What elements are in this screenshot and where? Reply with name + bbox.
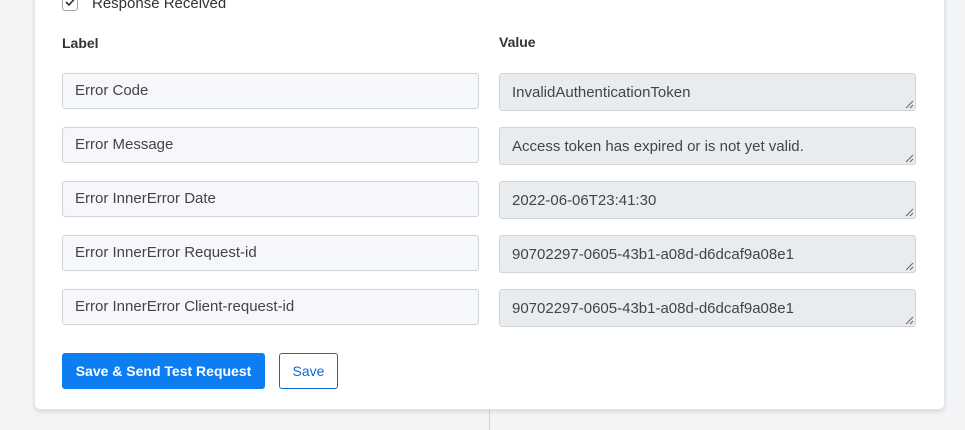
save-and-send-test-request-button[interactable]: Save & Send Test Request (62, 353, 265, 389)
value-field-text: 90702297-0605-43b1-a08d-d6dcaf9a08e1 (512, 299, 794, 317)
resize-handle-icon[interactable] (905, 208, 914, 217)
label-field-text: Error InnerError Date (75, 190, 216, 207)
resize-handle-icon[interactable] (905, 316, 914, 325)
value-field-innererror-client-request-id[interactable]: 90702297-0605-43b1-a08d-d6dcaf9a08e1 (499, 289, 916, 327)
value-field-error-message[interactable]: Access token has expired or is not yet v… (499, 127, 916, 165)
value-field-text: InvalidAuthenticationToken (512, 83, 691, 101)
label-field-text: Error InnerError Client-request-id (75, 298, 295, 315)
label-field-innererror-date[interactable]: Error InnerError Date (62, 181, 479, 217)
response-card: Response Received Label Value Error Code… (34, 0, 945, 410)
value-column-header: Value (499, 34, 536, 50)
label-field-text: Error Message (75, 136, 174, 153)
label-field-text: Error InnerError Request-id (75, 244, 257, 261)
label-field-innererror-client-request-id[interactable]: Error InnerError Client-request-id (62, 289, 479, 325)
value-field-innererror-date[interactable]: 2022-06-06T23:41:30 (499, 181, 916, 219)
resize-handle-icon[interactable] (905, 100, 914, 109)
value-field-innererror-request-id[interactable]: 90702297-0605-43b1-a08d-d6dcaf9a08e1 (499, 235, 916, 273)
value-field-text: 90702297-0605-43b1-a08d-d6dcaf9a08e1 (512, 245, 794, 263)
resize-handle-icon[interactable] (905, 262, 914, 271)
label-column-header: Label (62, 35, 99, 51)
response-received-checkbox[interactable] (62, 0, 78, 11)
checkmark-icon (65, 0, 75, 6)
label-field-error-code[interactable]: Error Code (62, 73, 479, 109)
response-received-label: Response Received (92, 0, 227, 12)
response-received-row: Response Received (62, 0, 226, 13)
value-field-text: Access token has expired or is not yet v… (512, 137, 804, 155)
value-field-error-code[interactable]: InvalidAuthenticationToken (499, 73, 916, 111)
value-field-text: 2022-06-06T23:41:30 (512, 191, 657, 209)
label-field-text: Error Code (75, 82, 149, 99)
save-button[interactable]: Save (279, 353, 338, 389)
label-field-innererror-request-id[interactable]: Error InnerError Request-id (62, 235, 479, 271)
label-field-error-message[interactable]: Error Message (62, 127, 479, 163)
resize-handle-icon[interactable] (905, 154, 914, 163)
